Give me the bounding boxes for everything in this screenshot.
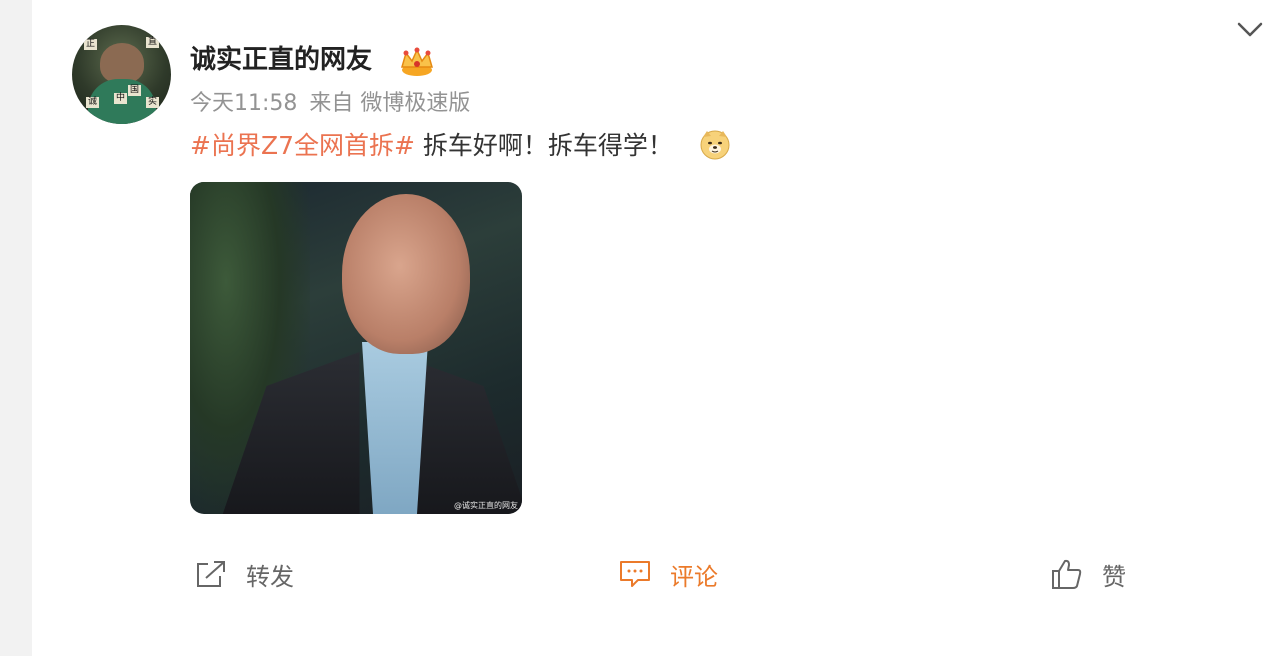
avatar-face [100, 43, 144, 83]
avatar-tag: 直 [146, 37, 160, 48]
post-source: 来自 微博极速版 [309, 91, 471, 116]
comment-label: 评论 [670, 562, 718, 591]
topic-link[interactable]: #尚界Z7全网首拆# [190, 131, 415, 160]
post-meta: 今天11:58 来自 微博极速版 [190, 88, 482, 120]
crown-badge-icon[interactable] [398, 45, 436, 77]
repost-button[interactable]: 转发 [194, 552, 294, 596]
like-button[interactable]: 赞 [1050, 552, 1126, 596]
post-image[interactable]: @诚实正直的网友 [190, 182, 522, 514]
avatar-tag: 实 [146, 97, 160, 108]
avatar-tag: 正 [84, 39, 98, 50]
repost-icon [197, 561, 225, 587]
chevron-down-icon[interactable] [1236, 18, 1264, 42]
repost-label: 转发 [246, 562, 294, 591]
action-bar: 转发 评论 赞 [190, 552, 1140, 596]
post-text: #尚界Z7全网首拆# 拆车好啊！拆车得学！ [190, 128, 731, 164]
comment-icon [620, 561, 650, 587]
post-body: 拆车好啊！拆车得学！ [414, 131, 673, 160]
avatar[interactable]: 正 直 诚 中 国 实 [72, 25, 171, 124]
avatar-tag: 中 [114, 93, 128, 104]
image-head [342, 194, 470, 354]
username[interactable]: 诚实正直的网友 [190, 42, 372, 78]
image-watermark: @诚实正直的网友 [454, 501, 518, 510]
avatar-tag: 国 [128, 85, 142, 96]
post-time[interactable]: 今天11:58 [190, 91, 297, 116]
avatar-tag: 诚 [86, 97, 100, 108]
like-label: 赞 [1102, 562, 1126, 591]
doge-emoji-icon [700, 130, 730, 160]
comment-button[interactable]: 评论 [618, 552, 718, 596]
weibo-post-card: 正 直 诚 中 国 实 诚实正直的网友 今天11:58 来自 微博极速版 #尚界Z… [32, 0, 1278, 656]
thumbs-up-icon [1052, 559, 1082, 589]
